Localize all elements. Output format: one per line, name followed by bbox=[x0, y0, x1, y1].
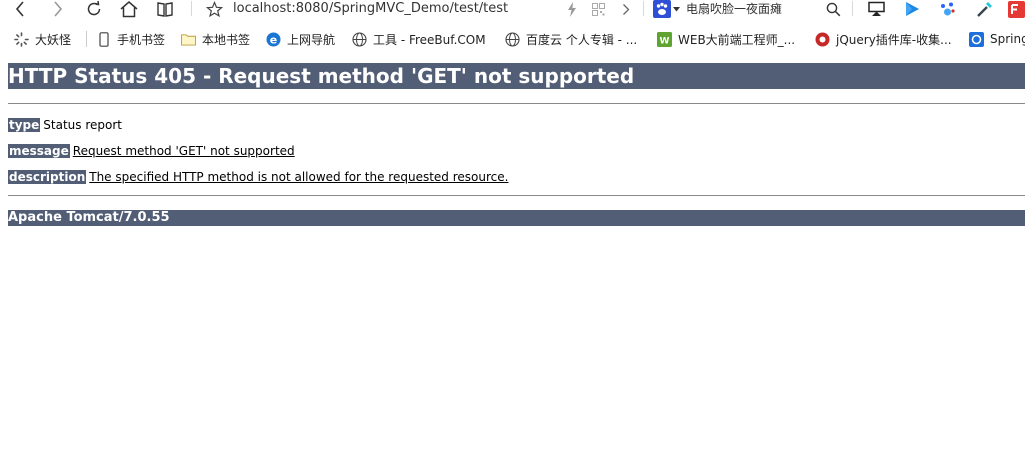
spinner-icon bbox=[14, 31, 29, 47]
bookmark-separator bbox=[86, 31, 87, 47]
ie-icon: e bbox=[266, 32, 281, 47]
bookmark-label: 百度云 个人专辑 - ... bbox=[526, 32, 638, 47]
lightning-icon[interactable] bbox=[565, 0, 579, 18]
red-circle-icon bbox=[815, 32, 830, 47]
horizontal-rule bbox=[8, 195, 1025, 196]
blue-square-icon bbox=[969, 31, 984, 47]
bookmark-item[interactable]: 手机书签 bbox=[96, 30, 165, 48]
bookmark-label: Spring bbox=[990, 32, 1025, 46]
home-icon[interactable] bbox=[118, 0, 140, 18]
toolbar-divider bbox=[643, 1, 644, 16]
forward-arrow-icon[interactable] bbox=[50, 0, 66, 18]
message-value: Request method 'GET' not supported bbox=[72, 144, 295, 158]
message-label: message bbox=[8, 144, 70, 158]
bookmark-label: 上网导航 bbox=[287, 32, 336, 47]
green-badge-icon: W bbox=[657, 31, 672, 47]
bookmark-item[interactable]: 本地书签 bbox=[181, 30, 250, 48]
browser-toolbar: localhost:8080/SpringMVC_Demo/test/test … bbox=[0, 0, 1025, 22]
description-label: description bbox=[8, 170, 87, 184]
type-row: type Status report bbox=[8, 117, 122, 133]
red-extension-icon[interactable] bbox=[1008, 0, 1025, 18]
baidu-paw-icon[interactable] bbox=[653, 0, 671, 18]
reload-icon[interactable] bbox=[84, 0, 104, 18]
address-bar-url[interactable]: localhost:8080/SpringMVC_Demo/test/test bbox=[233, 0, 508, 18]
paw-extension-icon[interactable] bbox=[938, 0, 956, 18]
bookmark-label: WEB大前端工程师_... bbox=[678, 32, 796, 47]
bookmark-label: 工具 - FreeBuf.COM bbox=[373, 32, 486, 47]
globe-icon bbox=[505, 31, 520, 47]
bookmark-label: 大妖怪 bbox=[35, 32, 72, 47]
qr-code-icon[interactable] bbox=[591, 0, 605, 18]
folder-icon bbox=[181, 32, 196, 47]
type-value: Status report bbox=[43, 118, 122, 132]
svg-text:W: W bbox=[660, 36, 670, 46]
dropdown-caret-icon[interactable] bbox=[672, 0, 680, 18]
bookmark-item[interactable]: e 上网导航 bbox=[266, 30, 335, 48]
cast-screen-icon[interactable] bbox=[866, 0, 886, 18]
bookmark-item[interactable]: Spring bbox=[969, 30, 1025, 48]
horizontal-rule bbox=[8, 103, 1025, 104]
bookmark-item[interactable]: 大妖怪 bbox=[14, 30, 71, 48]
page-title: HTTP Status 405 - Request method 'GET' n… bbox=[8, 63, 1025, 89]
globe-icon bbox=[352, 31, 367, 47]
bookmark-label: 手机书签 bbox=[117, 32, 166, 47]
search-engine-hint[interactable]: 电扇吹脸一夜面瘫 bbox=[686, 0, 782, 18]
chevron-right-icon[interactable] bbox=[620, 0, 632, 18]
toolbar-divider bbox=[852, 1, 853, 16]
message-row: message Request method 'GET' not supporte… bbox=[8, 143, 295, 159]
star-icon[interactable] bbox=[205, 0, 223, 18]
bookmark-item[interactable]: jQuery插件库-收集... bbox=[815, 30, 952, 48]
description-value: The specified HTTP method is not allowed… bbox=[89, 170, 509, 184]
phone-icon bbox=[96, 31, 111, 47]
bookmark-item[interactable]: 工具 - FreeBuf.COM bbox=[352, 30, 486, 48]
pen-tool-icon[interactable] bbox=[975, 0, 993, 18]
bookmark-label: 本地书签 bbox=[202, 32, 251, 47]
bookmarks-bar: 大妖怪 手机书签 本地书签 e 上网导航 工具 - FreeBuf.COM 百度… bbox=[0, 26, 1025, 52]
back-arrow-icon[interactable] bbox=[12, 0, 28, 18]
search-icon[interactable] bbox=[825, 0, 841, 18]
bookmark-item[interactable]: 百度云 个人专辑 - ... bbox=[505, 30, 637, 48]
svg-text:e: e bbox=[270, 33, 277, 46]
description-row: description The specified HTTP method is … bbox=[8, 169, 508, 185]
type-label: type bbox=[8, 118, 41, 132]
server-footer: Apache Tomcat/7.0.55 bbox=[8, 210, 1025, 226]
play-extension-icon[interactable] bbox=[903, 0, 921, 18]
bookmark-item[interactable]: W WEB大前端工程师_... bbox=[657, 30, 795, 48]
reading-book-icon[interactable] bbox=[155, 0, 175, 18]
bookmark-label: jQuery插件库-收集... bbox=[836, 32, 952, 47]
toolbar-divider bbox=[191, 1, 192, 16]
